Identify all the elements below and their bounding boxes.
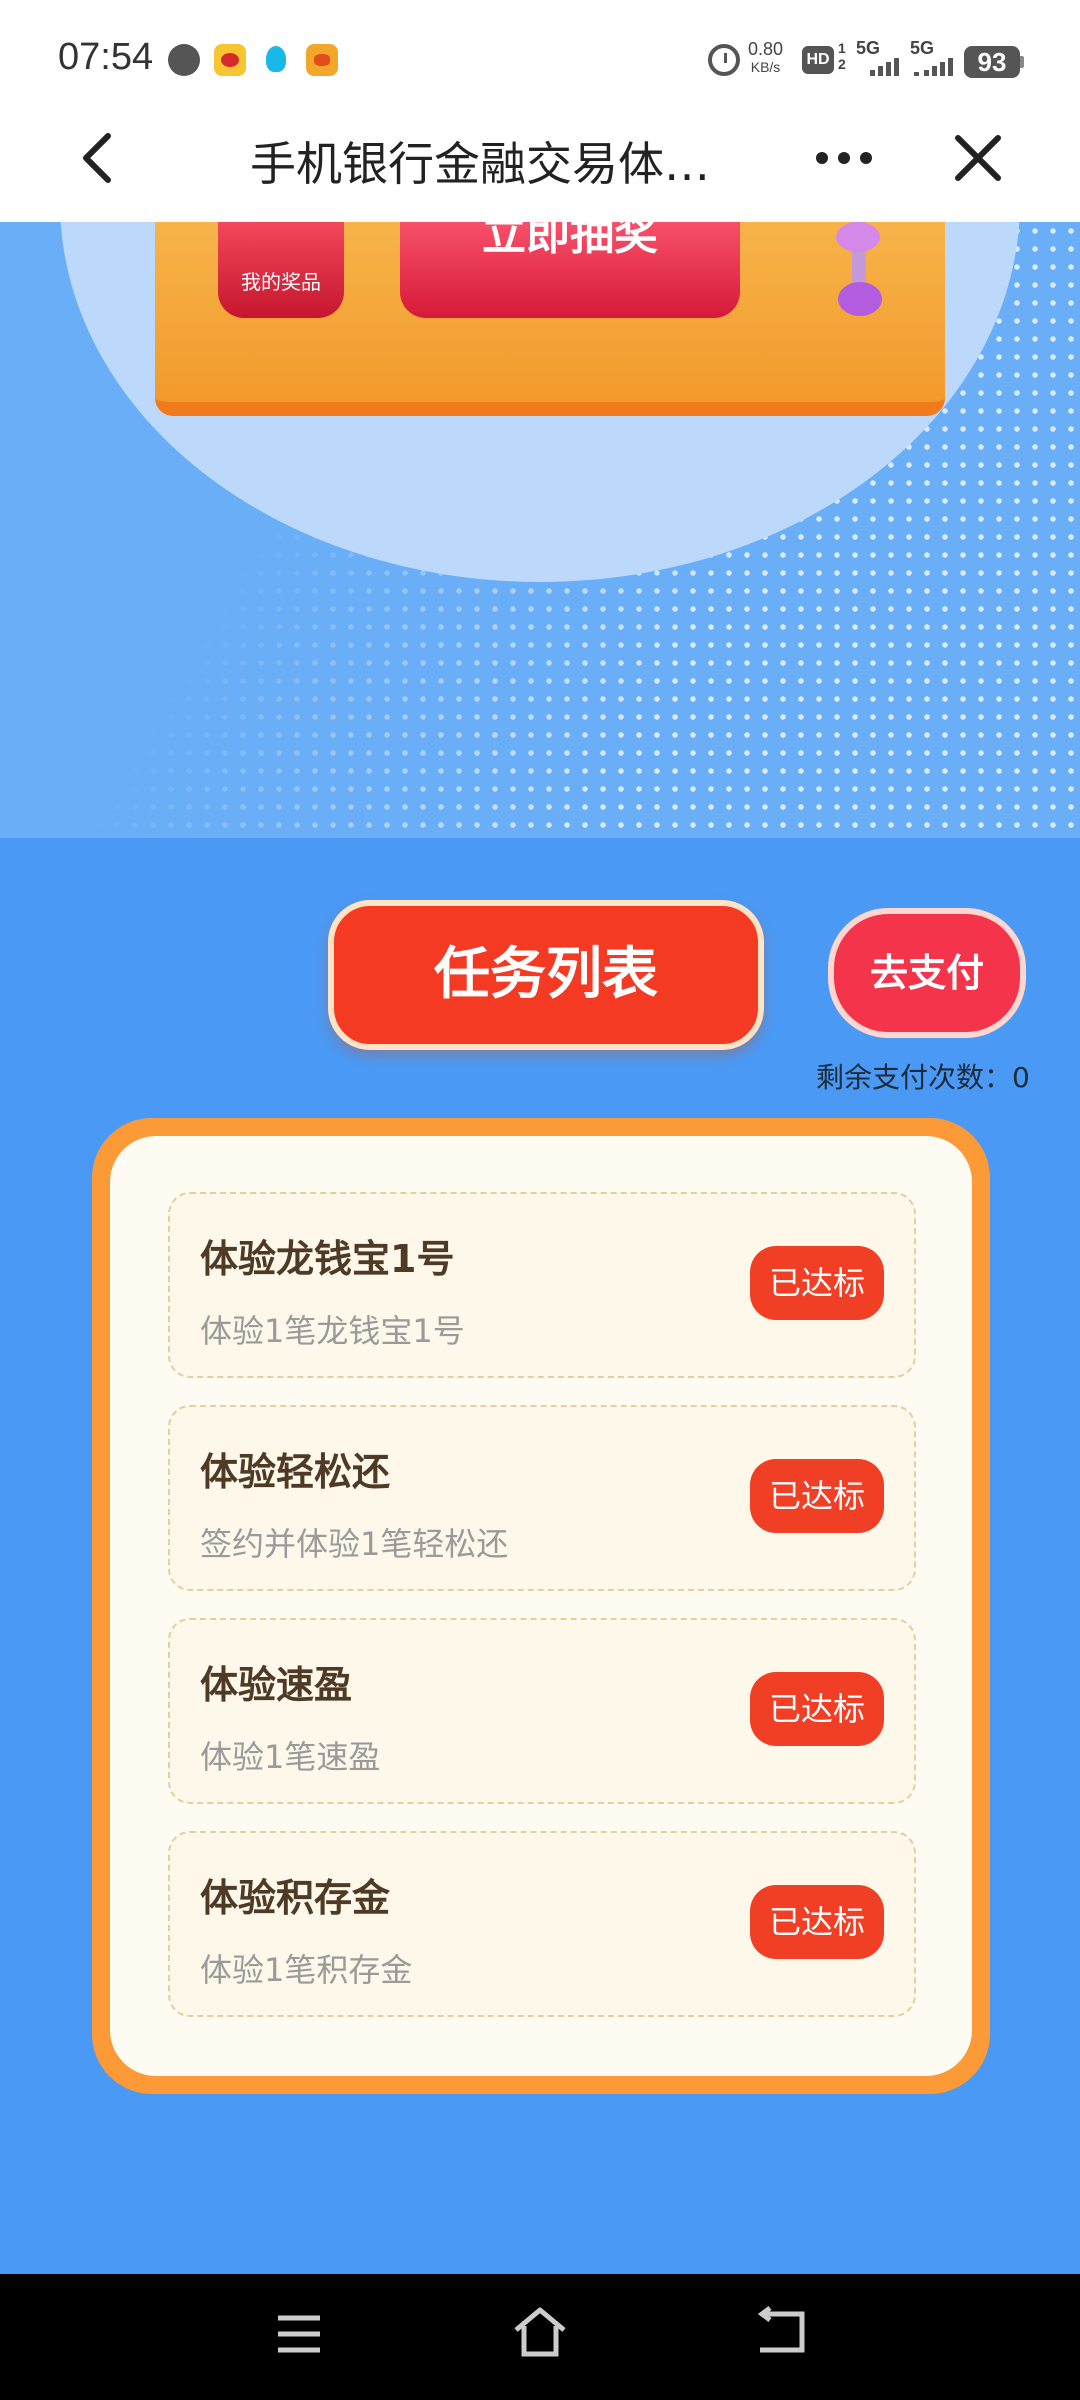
- draw-button-label: 立即抽奖: [482, 222, 658, 260]
- remaining-payments: 剩余支付次数：0: [816, 1056, 1030, 1096]
- task-desc: 体验1笔龙钱宝1号: [200, 1312, 465, 1350]
- task-desc: 体验1笔速盈: [200, 1738, 381, 1776]
- lever-base-icon: [838, 282, 882, 316]
- battery-tip-icon: [1020, 56, 1024, 68]
- home-icon[interactable]: [510, 2304, 570, 2360]
- task-status-badge[interactable]: 已达标: [750, 1459, 884, 1533]
- task-name: 体验积存金: [200, 1876, 391, 1920]
- signal-bars-icon: [910, 58, 958, 76]
- remaining-value: 0: [1012, 1061, 1030, 1094]
- fox-icon: [306, 44, 338, 76]
- task-desc: 体验1笔积存金: [200, 1951, 413, 1989]
- more-icon[interactable]: [812, 146, 876, 170]
- pay-button[interactable]: 去支付: [828, 908, 1026, 1038]
- task-list-header: 任务列表: [328, 900, 764, 1050]
- battery-level: 93: [964, 46, 1020, 78]
- task-item: 体验龙钱宝1号 体验1笔龙钱宝1号 已达标: [168, 1192, 916, 1378]
- hero-banner: 我的奖品 立即抽奖: [0, 222, 1080, 838]
- weibo-icon: [214, 44, 246, 76]
- signal-5g-label-1: 5G: [856, 38, 881, 58]
- alarm-icon: [708, 44, 740, 76]
- signal-bars-icon: [856, 58, 904, 76]
- draw-button[interactable]: 立即抽奖: [400, 222, 740, 318]
- sim-index-icon: 12: [838, 40, 846, 72]
- back-icon[interactable]: [70, 128, 130, 188]
- task-item: 体验积存金 体验1笔积存金 已达标: [168, 1831, 916, 2017]
- menu-icon[interactable]: [274, 2312, 324, 2356]
- task-status-badge[interactable]: 已达标: [750, 1885, 884, 1959]
- hd-icon: HD: [802, 46, 834, 74]
- task-desc: 签约并体验1笔轻松还: [200, 1525, 509, 1563]
- net-speed: 0.80 KB/s: [748, 40, 783, 76]
- net-speed-unit: KB/s: [750, 59, 781, 75]
- chat-icon: [168, 44, 200, 76]
- task-name: 体验龙钱宝1号: [200, 1237, 455, 1281]
- close-icon[interactable]: [950, 130, 1006, 186]
- task-status-badge[interactable]: 已达标: [750, 1672, 884, 1746]
- back-nav-icon[interactable]: [752, 2306, 808, 2358]
- signal-5g-label-2: 5G: [910, 38, 935, 58]
- task-name: 体验轻松还: [200, 1450, 391, 1494]
- net-speed-value: 0.80: [748, 39, 784, 59]
- qq-icon: [260, 44, 292, 76]
- task-item: 体验轻松还 签约并体验1笔轻松还 已达标: [168, 1405, 916, 1591]
- status-time: 07:54: [58, 36, 154, 78]
- task-item: 体验速盈 体验1笔速盈 已达标: [168, 1618, 916, 1804]
- page-title: 手机银行金融交易体…: [250, 137, 710, 191]
- remaining-label: 剩余支付次数：: [816, 1061, 1013, 1094]
- task-status-badge[interactable]: 已达标: [750, 1246, 884, 1320]
- my-prizes-button[interactable]: 我的奖品: [218, 222, 344, 318]
- task-name: 体验速盈: [200, 1663, 353, 1707]
- lever-knob-icon: [836, 222, 880, 252]
- my-prizes-label: 我的奖品: [241, 270, 321, 294]
